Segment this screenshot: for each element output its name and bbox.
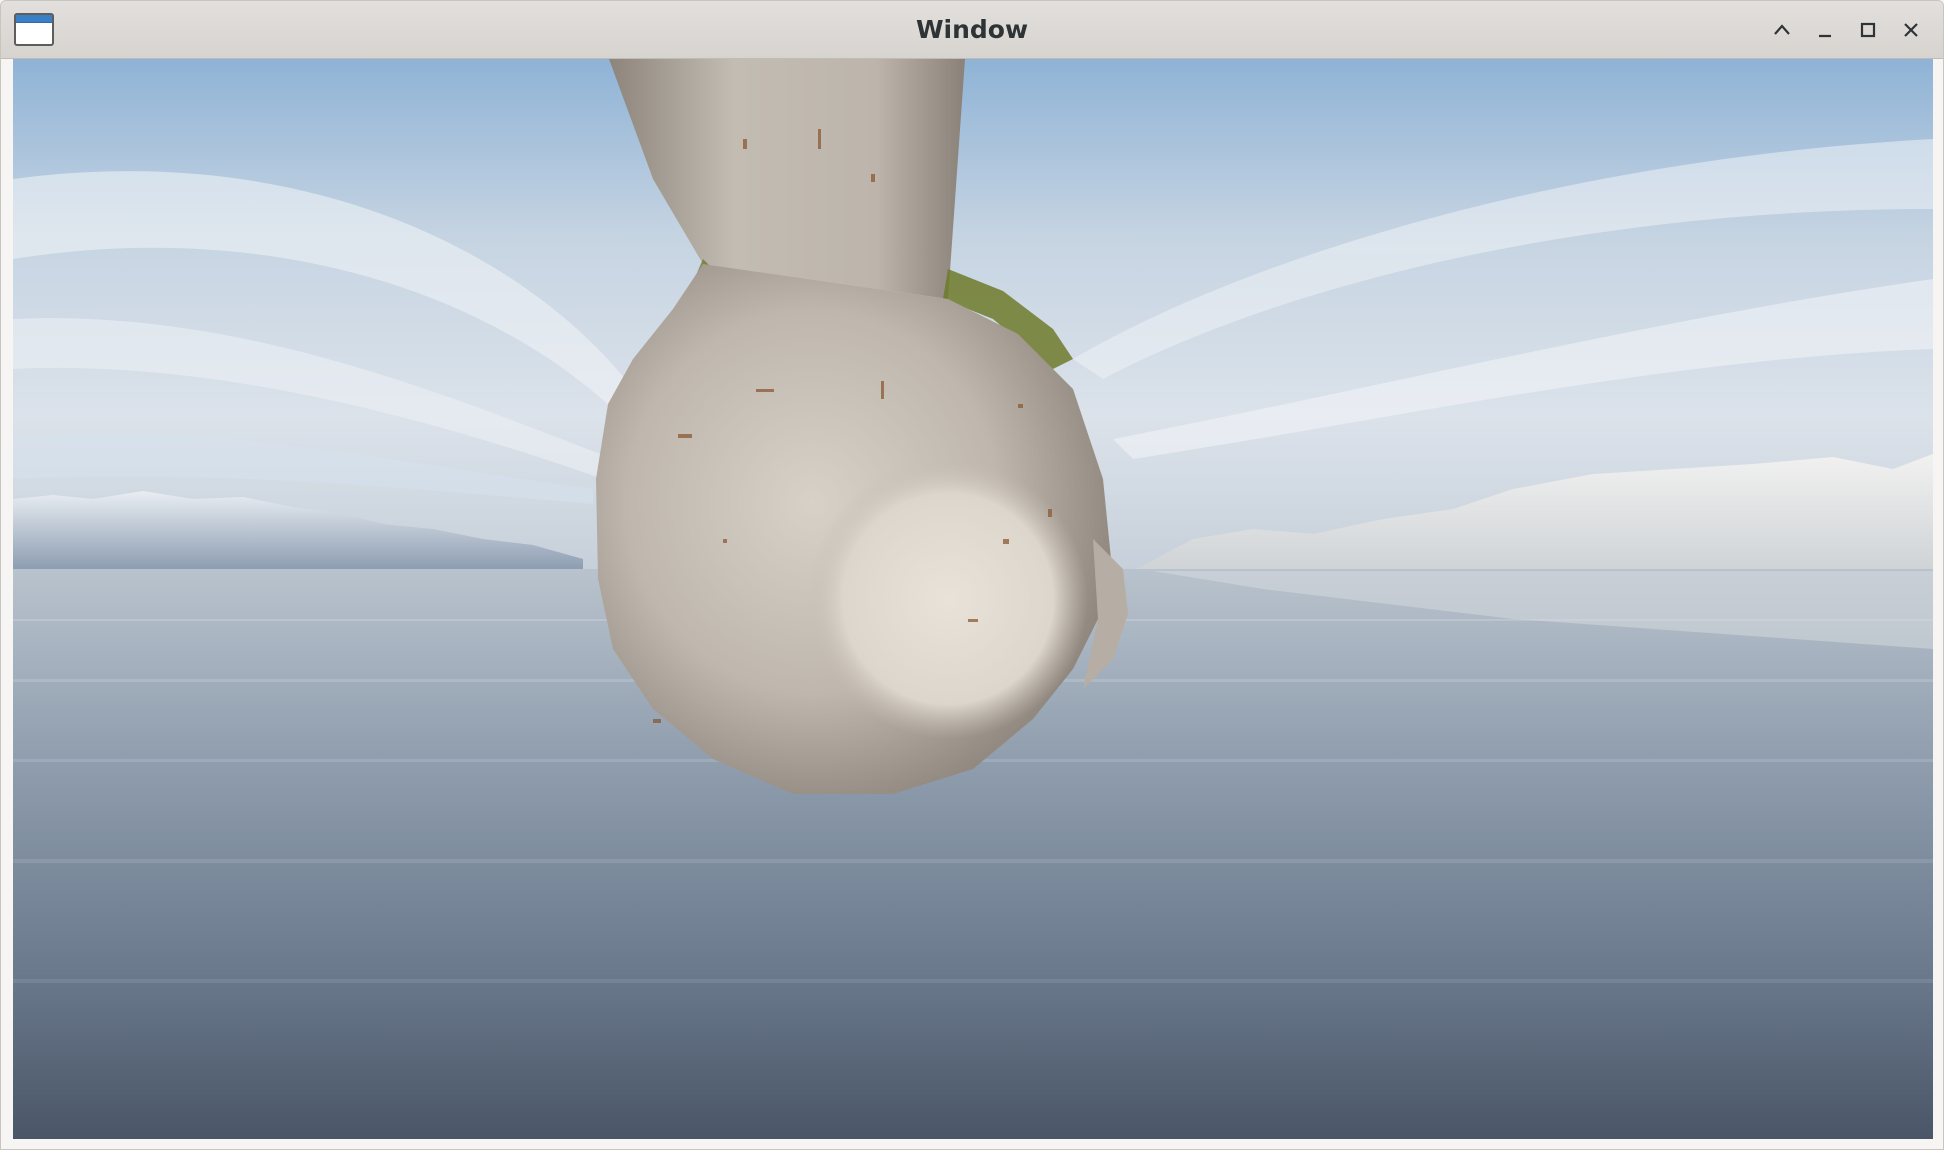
chevron-up-icon	[1774, 24, 1790, 35]
specular-light-spot	[808, 459, 1088, 739]
maximize-icon	[1860, 22, 1876, 38]
app-icon-titlebar-stripe	[16, 15, 52, 23]
minimize-button[interactable]	[1808, 13, 1842, 47]
application-window: Window	[0, 0, 1944, 1150]
maximize-button[interactable]	[1851, 13, 1885, 47]
minimize-icon	[1819, 34, 1831, 38]
close-icon	[1904, 23, 1918, 37]
window-title: Window	[915, 15, 1029, 44]
shade-button[interactable]	[1765, 13, 1799, 47]
title-bar[interactable]: Window	[1, 1, 1943, 59]
3d-render-viewport[interactable]	[13, 59, 1933, 1139]
rendered-scene	[13, 59, 1933, 1139]
close-button[interactable]	[1894, 13, 1928, 47]
window-app-icon[interactable]	[14, 13, 54, 46]
